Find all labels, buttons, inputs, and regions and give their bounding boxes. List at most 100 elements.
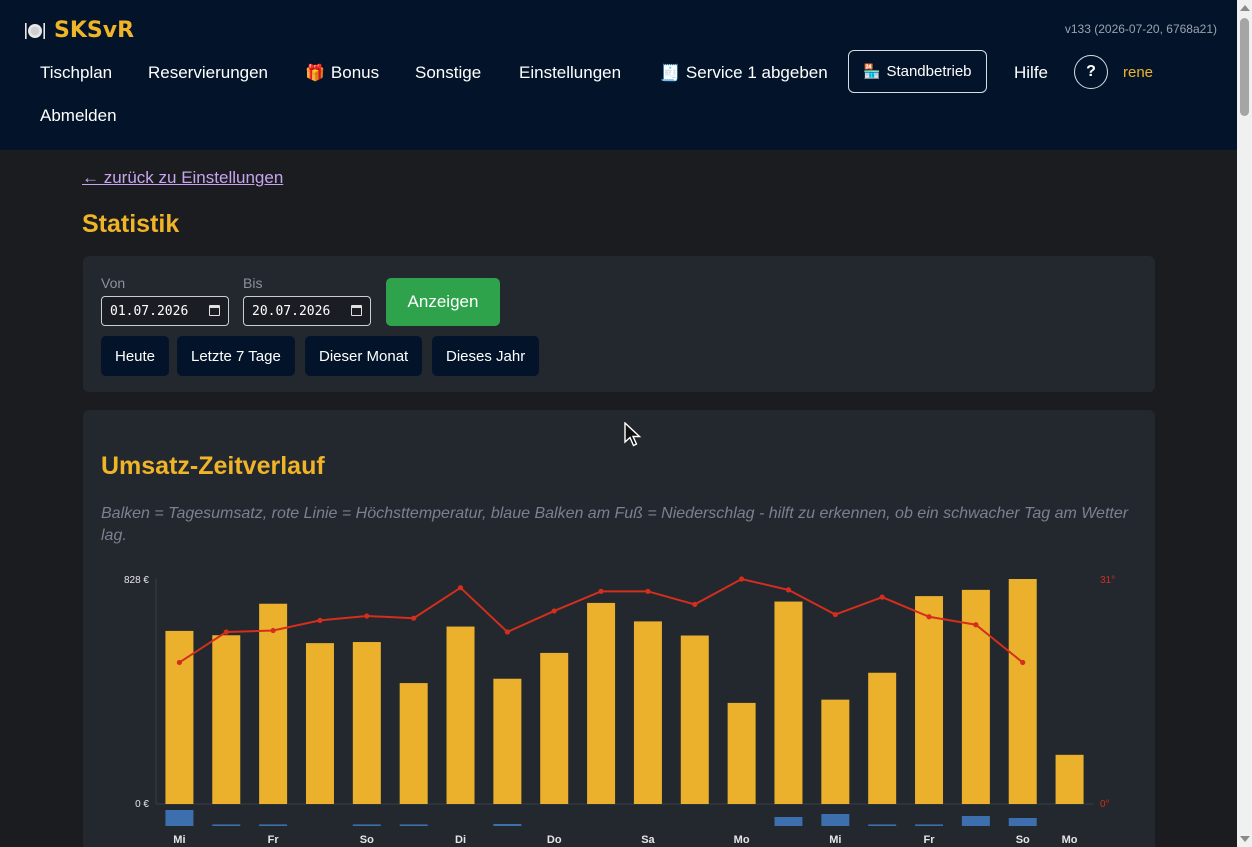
nav-hilfe[interactable]: Hilfe — [1014, 63, 1048, 83]
brand[interactable]: SKSvR — [24, 18, 134, 43]
x-tick-label: Mi — [173, 834, 185, 846]
standbetrieb-label: Standbetrieb — [886, 63, 972, 80]
vertical-scrollbar[interactable] — [1237, 0, 1252, 847]
precipitation-bar — [821, 814, 850, 826]
precipitation-bar — [868, 824, 897, 826]
precipitation-bar — [352, 824, 381, 826]
scroll-thumb[interactable] — [1240, 18, 1249, 116]
nav-bonus[interactable]: 🎁 Bonus — [305, 63, 379, 83]
x-tick-label: So — [360, 834, 374, 846]
top-navigation-bar: SKSvR v133 (2026-07-20, 6768a21) Tischpl… — [0, 0, 1237, 150]
brand-name: SKSvR — [54, 18, 135, 43]
bis-date-input[interactable]: 20.07.2026 — [243, 296, 371, 326]
temperature-point — [926, 614, 932, 620]
nav-tischplan[interactable]: Tischplan — [40, 63, 112, 83]
nav-sonstige[interactable]: Sonstige — [415, 63, 481, 83]
x-tick-label: Mo — [1062, 834, 1078, 846]
precipitation-bar — [165, 810, 194, 826]
revenue-bar — [212, 635, 241, 804]
scroll-down-arrow-icon[interactable] — [1240, 836, 1250, 842]
precipitation-bar — [493, 824, 522, 826]
revenue-bar — [352, 642, 381, 804]
user-name[interactable]: rene — [1123, 64, 1153, 81]
revenue-bar — [727, 702, 756, 804]
revenue-bar — [774, 601, 803, 804]
page-title: Statistik — [82, 210, 180, 238]
revenue-bar — [1008, 579, 1037, 804]
temperature-point — [504, 629, 510, 635]
revenue-bar — [587, 602, 616, 804]
temperature-point — [832, 611, 838, 618]
precipitation-bar — [961, 816, 990, 826]
standbetrieb-button[interactable]: 🏪 Standbetrieb — [848, 50, 987, 93]
x-tick-label: Di — [455, 834, 466, 846]
plate-cutlery-icon — [25, 22, 45, 39]
calendar-icon[interactable] — [209, 305, 220, 316]
nav-service-abgeben[interactable]: 🧾 Service 1 abgeben — [660, 63, 828, 83]
quick-dieses-jahr-button[interactable]: Dieses Jahr — [432, 336, 540, 376]
temperature-point — [364, 613, 370, 619]
revenue-bar — [633, 621, 662, 804]
temperature-point — [317, 617, 323, 623]
nav-reservierungen[interactable]: Reservierungen — [148, 63, 268, 83]
store-icon: 🏪 — [863, 63, 881, 79]
x-tick-label: Do — [547, 834, 562, 846]
temperature-axis-min-label: 0° — [1100, 799, 1110, 810]
temperature-point — [645, 588, 651, 594]
x-tick-label: Sa — [641, 834, 655, 846]
revenue-chart: 828 € 0 € 31° 0° Mi Fr So Di Do Sa Mo Mi Fr So Mo — [124, 575, 1115, 846]
von-date-value: 01.07.2026 — [110, 303, 189, 319]
temperature-point — [692, 601, 698, 608]
chart-description: Balken = Tagesumsatz, rote Linie = Höchs… — [101, 505, 1129, 544]
x-tick-label: Fr — [268, 834, 280, 846]
gift-icon: 🎁 — [305, 65, 325, 82]
nav-service-label: Service 1 abgeben — [685, 63, 828, 82]
x-tick-label: So — [1016, 834, 1030, 846]
quick-heute-button[interactable]: Heute — [101, 336, 170, 376]
temperature-point — [785, 587, 792, 593]
revenue-bar — [540, 652, 569, 804]
nav-bonus-label: Bonus — [330, 63, 380, 82]
x-tick-label: Fr — [924, 834, 936, 846]
scroll-up-arrow-icon[interactable] — [1240, 5, 1250, 11]
revenue-bar — [915, 596, 944, 804]
temperature-point — [551, 608, 557, 614]
revenue-bar — [259, 603, 288, 804]
temperature-point — [973, 622, 979, 628]
revenue-bar — [821, 699, 850, 804]
bis-date-value: 20.07.2026 — [252, 303, 331, 319]
y-axis-max-label: 828 € — [124, 575, 149, 586]
mouse-cursor-icon — [624, 422, 642, 447]
precipitation-bar — [1008, 818, 1037, 826]
temperature-point — [1020, 659, 1026, 666]
revenue-bar — [961, 589, 990, 804]
back-to-settings-link[interactable]: ← zurück zu Einstellungen — [82, 168, 283, 188]
precipitation-bar — [212, 824, 241, 826]
quick-dieser-monat-button[interactable]: Dieser Monat — [305, 336, 423, 376]
revenue-bar — [446, 626, 475, 804]
revenue-chart-card: Umsatz-Zeitverlauf Balken = Tagesumsatz,… — [83, 410, 1155, 847]
temperature-point — [270, 627, 276, 634]
date-filter-card: Von 01.07.2026 Bis 20.07.2026 Anzeigen H… — [83, 256, 1155, 392]
revenue-bar — [493, 678, 522, 804]
anzeigen-button[interactable]: Anzeigen — [386, 278, 500, 326]
precipitation-bar — [259, 824, 288, 826]
nav-einstellungen[interactable]: Einstellungen — [519, 63, 621, 83]
temperature-point — [739, 576, 745, 582]
revenue-bar — [305, 643, 334, 804]
nav-abmelden[interactable]: Abmelden — [40, 106, 117, 126]
y-axis-min-label: 0 € — [135, 799, 149, 810]
temperature-point — [879, 594, 885, 600]
revenue-bar — [1055, 754, 1084, 804]
help-button[interactable]: ? — [1074, 55, 1108, 89]
temperature-axis-max-label: 31° — [1100, 575, 1115, 586]
receipt-icon: 🧾 — [660, 65, 680, 82]
revenue-bar — [399, 683, 428, 804]
quick-letzte-7-tage-button[interactable]: Letzte 7 Tage — [177, 336, 295, 376]
precipitation-bar — [915, 824, 944, 826]
calendar-icon[interactable] — [351, 305, 362, 316]
precipitation-bar — [399, 824, 428, 826]
revenue-bar — [680, 635, 709, 804]
version-label: v133 (2026-07-20, 6768a21) — [1064, 22, 1217, 36]
von-date-input[interactable]: 01.07.2026 — [101, 296, 229, 326]
